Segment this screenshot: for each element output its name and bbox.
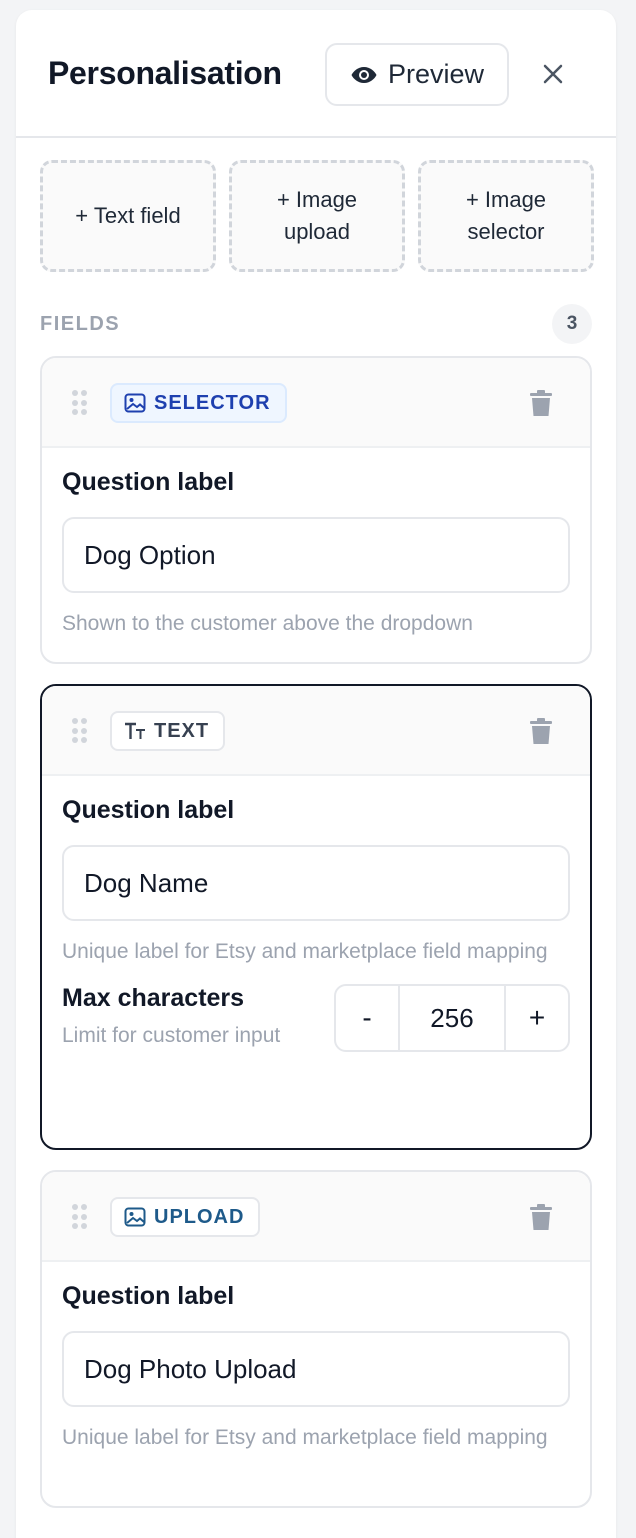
add-field-buttons: + Text field + Image upload + Image sele…	[40, 160, 594, 272]
max-characters-input[interactable]: 256	[398, 986, 506, 1050]
trash-icon[interactable]	[530, 718, 552, 744]
fields-section-label: FIELDS	[40, 312, 121, 335]
image-icon	[124, 393, 146, 413]
max-characters-row: Max characters Limit for customer input …	[62, 984, 570, 1094]
preview-button[interactable]: Preview	[325, 43, 509, 106]
eye-icon	[351, 66, 377, 83]
field-hint: Shown to the customer above the dropdown	[62, 612, 473, 635]
field-hint: Unique label for Etsy and marketplace fi…	[62, 1426, 548, 1449]
max-characters-hint: Limit for customer input	[62, 1024, 281, 1047]
add-image-upload-button[interactable]: + Image upload	[229, 160, 405, 272]
card-header: TEXT	[42, 686, 590, 776]
question-label-input[interactable]: Dog Name	[62, 845, 570, 921]
field-card-selector[interactable]: SELECTOR Question label Dog Option Shown…	[40, 356, 592, 664]
fields-count-badge: 3	[552, 304, 592, 344]
add-image-selector-button[interactable]: + Image selector	[418, 160, 594, 272]
field-type-label: UPLOAD	[154, 1205, 245, 1228]
panel-header: Personalisation Preview	[16, 10, 616, 138]
add-text-field-button[interactable]: + Text field	[40, 160, 216, 272]
field-type-tag: SELECTOR	[110, 383, 287, 423]
drag-handle-icon[interactable]	[72, 390, 88, 416]
page-title: Personalisation	[48, 54, 282, 91]
decrement-button[interactable]: -	[336, 986, 398, 1050]
field-type-label: SELECTOR	[154, 391, 271, 414]
drag-handle-icon[interactable]	[72, 1204, 88, 1230]
close-icon	[543, 64, 563, 84]
text-size-icon	[125, 722, 145, 739]
fields-header: FIELDS 3	[40, 304, 592, 344]
card-header: UPLOAD	[42, 1172, 590, 1262]
question-label-title: Question label	[62, 1282, 235, 1310]
field-card-text[interactable]: TEXT Question label Dog Name Unique labe…	[40, 684, 592, 1150]
field-type-tag: UPLOAD	[110, 1197, 261, 1237]
max-characters-stepper: - 256 +	[334, 984, 570, 1052]
trash-icon[interactable]	[530, 1204, 552, 1230]
question-label-input[interactable]: Dog Photo Upload	[62, 1331, 570, 1407]
field-card-upload[interactable]: UPLOAD Question label Dog Photo Upload U…	[40, 1170, 592, 1508]
field-hint: Unique label for Etsy and marketplace fi…	[62, 940, 548, 963]
image-icon	[124, 1207, 146, 1227]
field-type-tag: TEXT	[110, 711, 226, 751]
trash-icon[interactable]	[530, 390, 552, 416]
question-label-input[interactable]: Dog Option	[62, 517, 570, 593]
question-label-title: Question label	[62, 796, 235, 824]
card-header: SELECTOR	[42, 358, 590, 448]
close-button[interactable]	[536, 54, 570, 94]
field-type-label: TEXT	[154, 719, 210, 742]
personalisation-panel: Personalisation Preview + Text field + I…	[16, 10, 616, 1538]
preview-label: Preview	[387, 59, 485, 89]
question-label-title: Question label	[62, 468, 235, 496]
increment-button[interactable]: +	[506, 986, 568, 1050]
drag-handle-icon[interactable]	[72, 718, 88, 744]
